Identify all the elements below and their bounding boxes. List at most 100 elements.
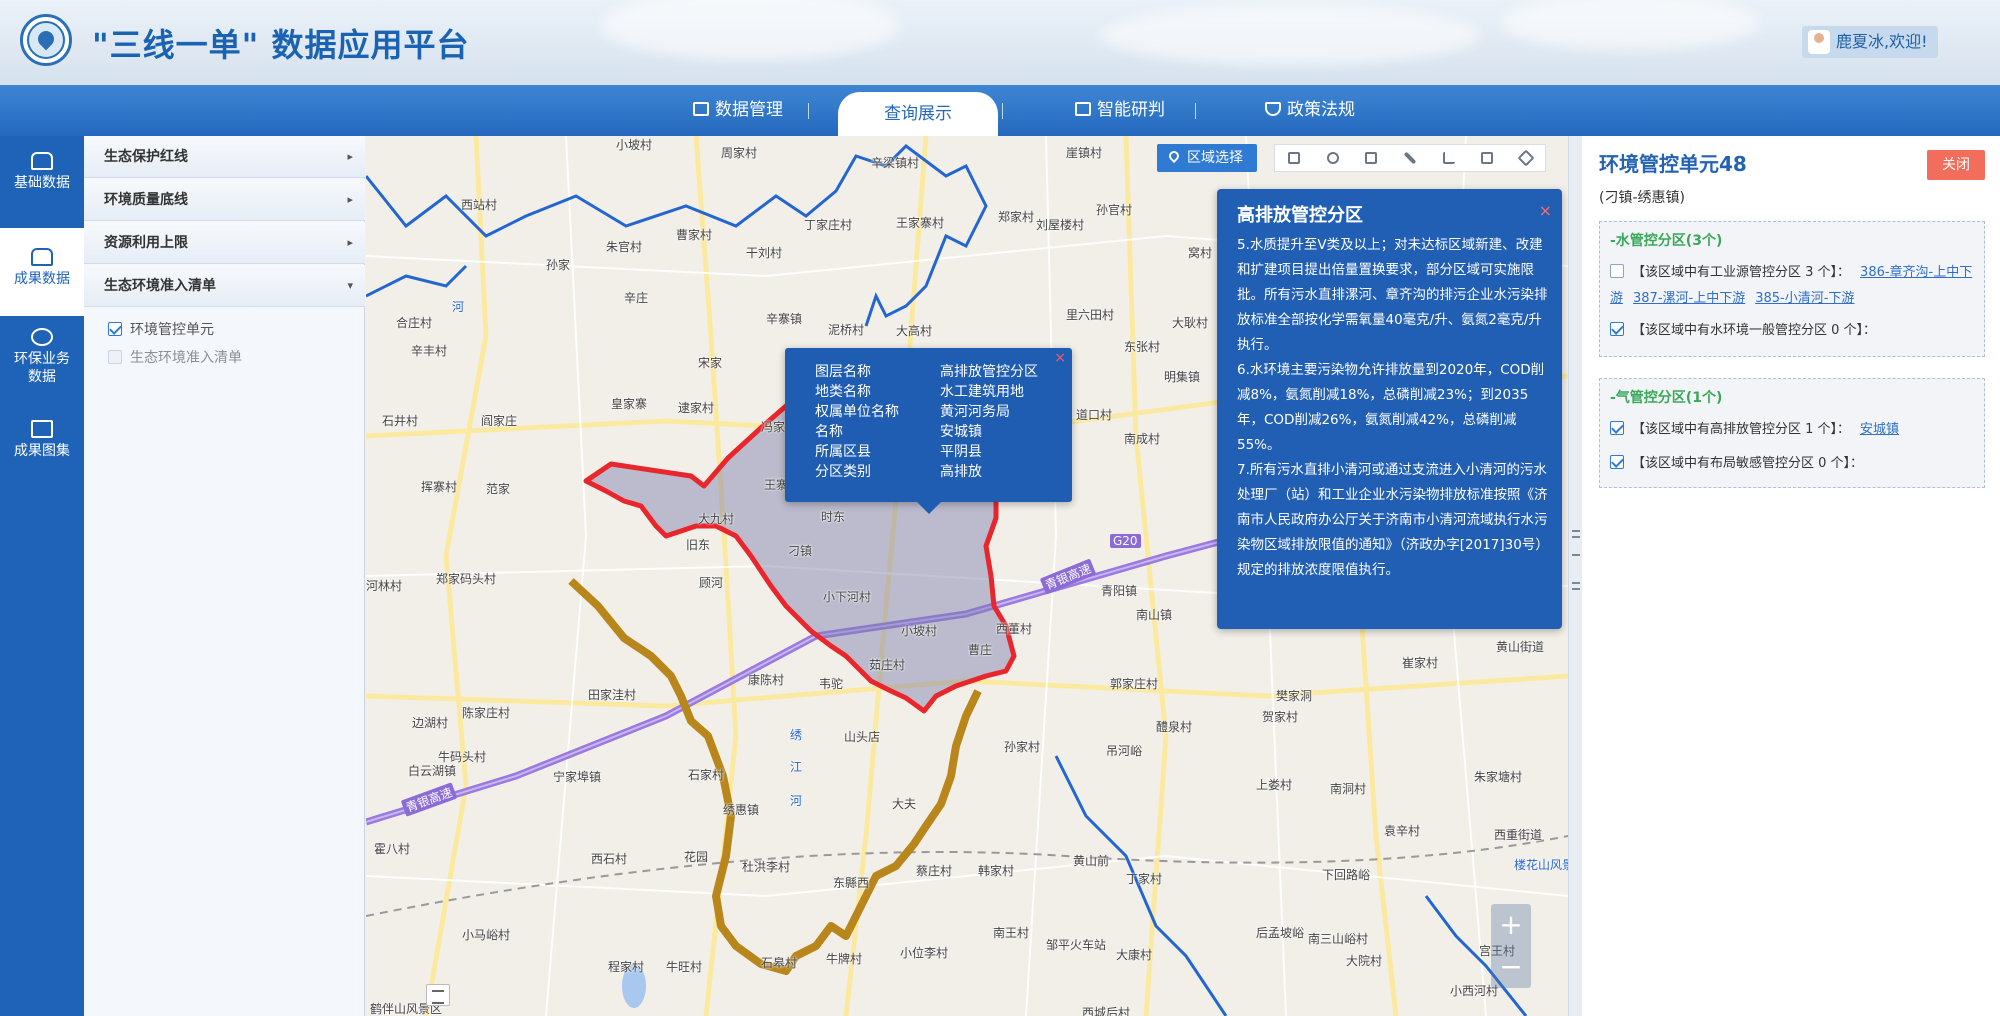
checkbox[interactable] [1610,421,1624,435]
tab-label: 数据管理 [715,100,783,120]
nav-divider [808,103,809,119]
app-title: "三线一单" 数据应用平台 [92,26,470,64]
chevron-right-icon: ▸ [347,236,353,249]
policy-paragraph: 7.所有污水直排小清河或通过支流进入小清河的污水处理厂（站）和工业企业水污染物排… [1237,462,1548,578]
measure-angle-icon[interactable] [1441,150,1457,166]
user-greeting[interactable]: 鹿夏冰,欢迎! [1802,26,1938,58]
attr-row: 地类名称 水工建筑用地 [815,384,1024,400]
place-label: 大高村 [896,324,933,338]
tab-data-management[interactable]: 数据管理 [668,85,808,136]
air-sensitive-line: 【该区域中有布局敏感管控分区 0 个】： [1610,451,1863,477]
place-label: 宁家埠镇 [553,770,602,784]
place-label: 干刘村 [746,246,783,260]
zoom-control: + − [1491,904,1531,988]
zoom-in-button[interactable]: + [1491,904,1531,946]
place-label: 里六田村 [1066,308,1115,322]
tab-policy[interactable]: 政策法规 [1240,85,1380,136]
menu-resource-limit[interactable]: 资源利用上限 ▸ [84,222,365,264]
header-cloud-decoration [1100,5,1480,65]
place-label: 西董村 [996,622,1033,636]
water-control-group: -水管控分区(3个) 【该区域中有工业源管控分区 3 个】： 386-章齐沟-上中… [1599,221,1985,357]
rail-item-env-business[interactable]: 环保业务数据 [0,328,84,398]
place-label: 邹平火车站 [1046,938,1107,952]
place-label: 杜洪李村 [742,860,791,874]
place-label: 小位李村 [900,946,949,960]
place-label: 泥桥村 [828,323,865,337]
place-label: 韦驼 [819,677,844,691]
zone-link[interactable]: 385-小清河-下游 [1755,291,1854,306]
place-label: 楼花山风景区 [1514,858,1568,872]
eraser-icon[interactable] [1517,149,1535,167]
place-label: 逮家村 [678,401,715,415]
group-title: -气管控分区(1个) [1610,390,1723,406]
place-label: 道口村 [1076,408,1113,422]
checkbox[interactable] [108,350,122,364]
close-button[interactable]: 关闭 [1927,150,1985,180]
place-label: 黄山前 [1073,854,1110,868]
chevron-right-icon: ▸ [347,150,353,163]
place-label: 东縣西 [833,876,870,890]
rail-item-atlas[interactable]: 成果图集 [0,420,84,470]
trophy-icon [31,248,53,266]
rail-item-label: 基础数据 [14,175,70,191]
print-icon[interactable] [1363,150,1379,166]
checkbox[interactable] [1610,455,1624,469]
close-icon[interactable]: × [1539,201,1552,220]
place-label: 阎家庄 [481,414,518,428]
layer-checkbox-control-unit[interactable]: 环境管控单元 [108,321,214,339]
pencil-icon[interactable] [1402,150,1418,166]
place-label: 大耿村 [1172,316,1209,330]
checkbox[interactable] [1610,264,1624,278]
zone-link[interactable]: 安城镇 [1860,422,1899,437]
place-label: 边湖村 [412,716,449,730]
header-cloud-decoration [1500,0,1760,50]
place-label: 下回路峪 [1322,868,1371,882]
zone-link[interactable]: 387-漯河-上中下游 [1633,291,1745,306]
place-label: 小坡村 [901,624,938,638]
header-cloud-decoration [600,0,900,60]
rail-item-result-data[interactable]: 成果数据 [0,228,84,316]
detail-panel: 环境管控单元48 关闭 (刁镇-绣惠镇) -水管控分区(3个) 【该区域中有工业… [1582,136,2000,1016]
tab-smart-analysis[interactable]: 智能研判 [1050,85,1190,136]
menu-eco-redline[interactable]: 生态保护红线 ▸ [84,136,365,178]
zoom-out-button[interactable]: − [1491,946,1531,988]
place-label: 西城后村 [1082,1006,1131,1016]
river-label: 河 [452,300,465,314]
attr-row: 权属单位名称 黄河河务局 [815,404,1010,420]
place-label: 樊家洞 [1276,689,1313,703]
menu-label: 资源利用上限 [104,235,188,251]
globe-icon[interactable] [1325,150,1341,166]
menu-label: 生态保护红线 [104,149,188,165]
place-label: 蔡庄村 [916,864,953,878]
place-label: 周家村 [721,146,758,160]
place-label: 大夫 [892,797,917,811]
checkbox[interactable] [1610,322,1624,336]
map-view[interactable]: 小坡村 周家村 辛梁镇村 崖镇村 西站村 孙家 朱官村 曹家村 干刘村 丁家庄村… [366,136,1568,1016]
layers-icon[interactable] [1479,150,1495,166]
place-label: 崖镇村 [1066,146,1103,160]
rail-item-basic-data[interactable]: 基础数据 [0,152,84,212]
place-label: 石家村 [688,768,725,782]
menu-access-list[interactable]: 生态环境准入清单 ▾ [84,265,365,307]
place-label: 田家洼村 [588,688,637,702]
place-label: 康陈村 [748,673,785,687]
app-logo [20,14,72,66]
layer-checkbox-access-list[interactable]: 生态环境准入清单 [108,349,242,367]
attr-row: 名称 安城镇 [815,424,982,440]
panel-splitter[interactable] [1568,136,1582,1016]
legend-list-icon[interactable] [426,984,450,1006]
policy-paragraph: 5.水质提升至V类及以上；对未达标区域新建、改建和扩建项目提出倍量置换要求，部分… [1237,237,1548,353]
pan-icon[interactable] [1286,150,1302,166]
checkbox[interactable] [108,322,122,336]
region-select-button[interactable]: 区域选择 [1157,144,1257,172]
place-label: 吊河峪 [1106,744,1143,758]
place-label: 窝村 [1188,246,1213,260]
feature-attribute-popup: × 图层名称 高排放管控分区 地类名称 水工建筑用地 权属单位名称 黄河河务局 名称安… [785,348,1072,514]
close-icon[interactable]: × [1054,350,1066,366]
tab-query-display[interactable]: 查询展示 [838,92,998,136]
place-label: 白云湖镇 [408,764,457,778]
place-label: 曹庄 [968,643,993,657]
menu-env-quality[interactable]: 环境质量底线 ▸ [84,179,365,221]
place-label: 郑家村 [998,210,1035,224]
app-header: "三线一单" 数据应用平台 鹿夏冰,欢迎! [0,0,2000,85]
